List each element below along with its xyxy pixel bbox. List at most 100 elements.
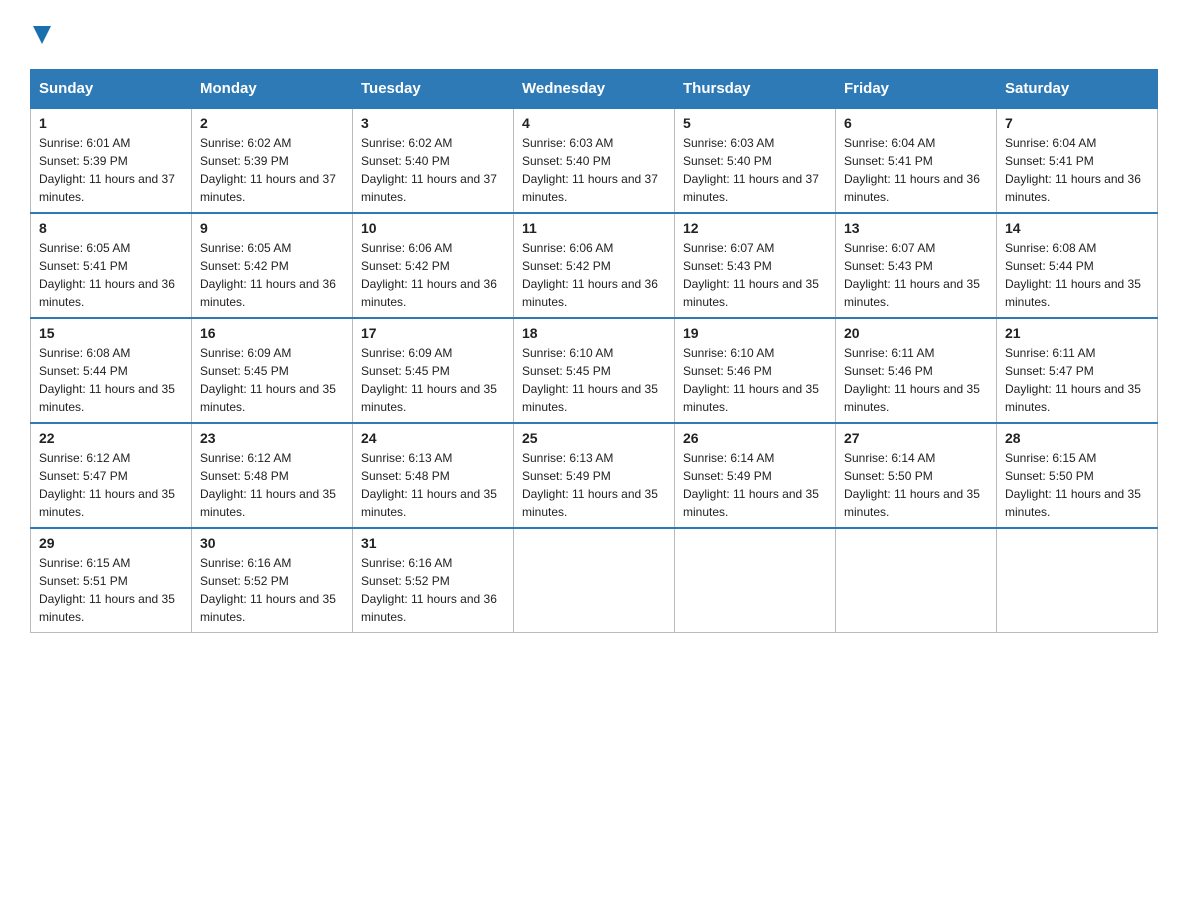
- header-wednesday: Wednesday: [514, 69, 675, 108]
- calendar-cell: 14 Sunrise: 6:08 AM Sunset: 5:44 PM Dayl…: [997, 213, 1158, 318]
- calendar-cell: 4 Sunrise: 6:03 AM Sunset: 5:40 PM Dayli…: [514, 108, 675, 213]
- day-number: 29: [39, 535, 183, 551]
- calendar-cell: 13 Sunrise: 6:07 AM Sunset: 5:43 PM Dayl…: [836, 213, 997, 318]
- calendar-cell: 7 Sunrise: 6:04 AM Sunset: 5:41 PM Dayli…: [997, 108, 1158, 213]
- day-number: 26: [683, 430, 827, 446]
- day-number: 10: [361, 220, 505, 236]
- week-row-2: 8 Sunrise: 6:05 AM Sunset: 5:41 PM Dayli…: [31, 213, 1158, 318]
- day-info: Sunrise: 6:09 AM Sunset: 5:45 PM Dayligh…: [361, 344, 505, 416]
- day-number: 27: [844, 430, 988, 446]
- day-number: 4: [522, 115, 666, 131]
- calendar-cell: [514, 528, 675, 633]
- week-row-3: 15 Sunrise: 6:08 AM Sunset: 5:44 PM Dayl…: [31, 318, 1158, 423]
- day-info: Sunrise: 6:07 AM Sunset: 5:43 PM Dayligh…: [683, 239, 827, 311]
- day-number: 12: [683, 220, 827, 236]
- day-info: Sunrise: 6:11 AM Sunset: 5:47 PM Dayligh…: [1005, 344, 1149, 416]
- day-number: 15: [39, 325, 183, 341]
- calendar-cell: 28 Sunrise: 6:15 AM Sunset: 5:50 PM Dayl…: [997, 423, 1158, 528]
- calendar-cell: 25 Sunrise: 6:13 AM Sunset: 5:49 PM Dayl…: [514, 423, 675, 528]
- day-info: Sunrise: 6:03 AM Sunset: 5:40 PM Dayligh…: [522, 134, 666, 206]
- calendar-cell: 31 Sunrise: 6:16 AM Sunset: 5:52 PM Dayl…: [353, 528, 514, 633]
- day-info: Sunrise: 6:02 AM Sunset: 5:39 PM Dayligh…: [200, 134, 344, 206]
- header-tuesday: Tuesday: [353, 69, 514, 108]
- calendar-cell: 21 Sunrise: 6:11 AM Sunset: 5:47 PM Dayl…: [997, 318, 1158, 423]
- calendar-cell: 12 Sunrise: 6:07 AM Sunset: 5:43 PM Dayl…: [675, 213, 836, 318]
- calendar-cell: 27 Sunrise: 6:14 AM Sunset: 5:50 PM Dayl…: [836, 423, 997, 528]
- day-info: Sunrise: 6:10 AM Sunset: 5:46 PM Dayligh…: [683, 344, 827, 416]
- day-info: Sunrise: 6:13 AM Sunset: 5:49 PM Dayligh…: [522, 449, 666, 521]
- calendar-cell: 20 Sunrise: 6:11 AM Sunset: 5:46 PM Dayl…: [836, 318, 997, 423]
- calendar-cell: 23 Sunrise: 6:12 AM Sunset: 5:48 PM Dayl…: [192, 423, 353, 528]
- calendar-cell: 17 Sunrise: 6:09 AM Sunset: 5:45 PM Dayl…: [353, 318, 514, 423]
- day-number: 24: [361, 430, 505, 446]
- day-number: 28: [1005, 430, 1149, 446]
- day-number: 31: [361, 535, 505, 551]
- day-info: Sunrise: 6:12 AM Sunset: 5:48 PM Dayligh…: [200, 449, 344, 521]
- day-info: Sunrise: 6:06 AM Sunset: 5:42 PM Dayligh…: [361, 239, 505, 311]
- calendar-cell: [675, 528, 836, 633]
- week-row-5: 29 Sunrise: 6:15 AM Sunset: 5:51 PM Dayl…: [31, 528, 1158, 633]
- calendar-cell: 18 Sunrise: 6:10 AM Sunset: 5:45 PM Dayl…: [514, 318, 675, 423]
- day-info: Sunrise: 6:03 AM Sunset: 5:40 PM Dayligh…: [683, 134, 827, 206]
- header-sunday: Sunday: [31, 69, 192, 108]
- day-info: Sunrise: 6:09 AM Sunset: 5:45 PM Dayligh…: [200, 344, 344, 416]
- week-row-4: 22 Sunrise: 6:12 AM Sunset: 5:47 PM Dayl…: [31, 423, 1158, 528]
- day-number: 7: [1005, 115, 1149, 131]
- calendar-cell: 1 Sunrise: 6:01 AM Sunset: 5:39 PM Dayli…: [31, 108, 192, 213]
- calendar-cell: 15 Sunrise: 6:08 AM Sunset: 5:44 PM Dayl…: [31, 318, 192, 423]
- day-info: Sunrise: 6:08 AM Sunset: 5:44 PM Dayligh…: [39, 344, 183, 416]
- week-row-1: 1 Sunrise: 6:01 AM Sunset: 5:39 PM Dayli…: [31, 108, 1158, 213]
- day-number: 3: [361, 115, 505, 131]
- day-number: 20: [844, 325, 988, 341]
- calendar-cell: 6 Sunrise: 6:04 AM Sunset: 5:41 PM Dayli…: [836, 108, 997, 213]
- day-info: Sunrise: 6:16 AM Sunset: 5:52 PM Dayligh…: [361, 554, 505, 626]
- page-header: [30, 20, 1158, 49]
- day-number: 23: [200, 430, 344, 446]
- logo: [30, 20, 51, 49]
- day-number: 14: [1005, 220, 1149, 236]
- day-number: 18: [522, 325, 666, 341]
- day-number: 5: [683, 115, 827, 131]
- day-number: 9: [200, 220, 344, 236]
- day-info: Sunrise: 6:06 AM Sunset: 5:42 PM Dayligh…: [522, 239, 666, 311]
- logo-arrow-icon: [33, 26, 51, 44]
- calendar-cell: 3 Sunrise: 6:02 AM Sunset: 5:40 PM Dayli…: [353, 108, 514, 213]
- day-info: Sunrise: 6:11 AM Sunset: 5:46 PM Dayligh…: [844, 344, 988, 416]
- calendar-table: SundayMondayTuesdayWednesdayThursdayFrid…: [30, 69, 1158, 633]
- day-info: Sunrise: 6:12 AM Sunset: 5:47 PM Dayligh…: [39, 449, 183, 521]
- calendar-cell: 22 Sunrise: 6:12 AM Sunset: 5:47 PM Dayl…: [31, 423, 192, 528]
- day-info: Sunrise: 6:14 AM Sunset: 5:49 PM Dayligh…: [683, 449, 827, 521]
- day-number: 1: [39, 115, 183, 131]
- calendar-cell: 26 Sunrise: 6:14 AM Sunset: 5:49 PM Dayl…: [675, 423, 836, 528]
- calendar-cell: 2 Sunrise: 6:02 AM Sunset: 5:39 PM Dayli…: [192, 108, 353, 213]
- day-info: Sunrise: 6:04 AM Sunset: 5:41 PM Dayligh…: [844, 134, 988, 206]
- calendar-cell: 30 Sunrise: 6:16 AM Sunset: 5:52 PM Dayl…: [192, 528, 353, 633]
- day-number: 30: [200, 535, 344, 551]
- day-info: Sunrise: 6:13 AM Sunset: 5:48 PM Dayligh…: [361, 449, 505, 521]
- calendar-cell: 29 Sunrise: 6:15 AM Sunset: 5:51 PM Dayl…: [31, 528, 192, 633]
- header-monday: Monday: [192, 69, 353, 108]
- header-friday: Friday: [836, 69, 997, 108]
- day-info: Sunrise: 6:05 AM Sunset: 5:41 PM Dayligh…: [39, 239, 183, 311]
- calendar-header-row: SundayMondayTuesdayWednesdayThursdayFrid…: [31, 69, 1158, 108]
- day-number: 8: [39, 220, 183, 236]
- day-number: 6: [844, 115, 988, 131]
- calendar-cell: 5 Sunrise: 6:03 AM Sunset: 5:40 PM Dayli…: [675, 108, 836, 213]
- calendar-cell: 10 Sunrise: 6:06 AM Sunset: 5:42 PM Dayl…: [353, 213, 514, 318]
- day-info: Sunrise: 6:05 AM Sunset: 5:42 PM Dayligh…: [200, 239, 344, 311]
- day-info: Sunrise: 6:07 AM Sunset: 5:43 PM Dayligh…: [844, 239, 988, 311]
- calendar-cell: [997, 528, 1158, 633]
- header-thursday: Thursday: [675, 69, 836, 108]
- calendar-cell: 24 Sunrise: 6:13 AM Sunset: 5:48 PM Dayl…: [353, 423, 514, 528]
- day-info: Sunrise: 6:08 AM Sunset: 5:44 PM Dayligh…: [1005, 239, 1149, 311]
- calendar-cell: 16 Sunrise: 6:09 AM Sunset: 5:45 PM Dayl…: [192, 318, 353, 423]
- calendar-cell: 8 Sunrise: 6:05 AM Sunset: 5:41 PM Dayli…: [31, 213, 192, 318]
- day-number: 19: [683, 325, 827, 341]
- day-info: Sunrise: 6:15 AM Sunset: 5:51 PM Dayligh…: [39, 554, 183, 626]
- day-info: Sunrise: 6:04 AM Sunset: 5:41 PM Dayligh…: [1005, 134, 1149, 206]
- day-number: 21: [1005, 325, 1149, 341]
- day-info: Sunrise: 6:02 AM Sunset: 5:40 PM Dayligh…: [361, 134, 505, 206]
- day-info: Sunrise: 6:15 AM Sunset: 5:50 PM Dayligh…: [1005, 449, 1149, 521]
- day-number: 25: [522, 430, 666, 446]
- calendar-cell: 9 Sunrise: 6:05 AM Sunset: 5:42 PM Dayli…: [192, 213, 353, 318]
